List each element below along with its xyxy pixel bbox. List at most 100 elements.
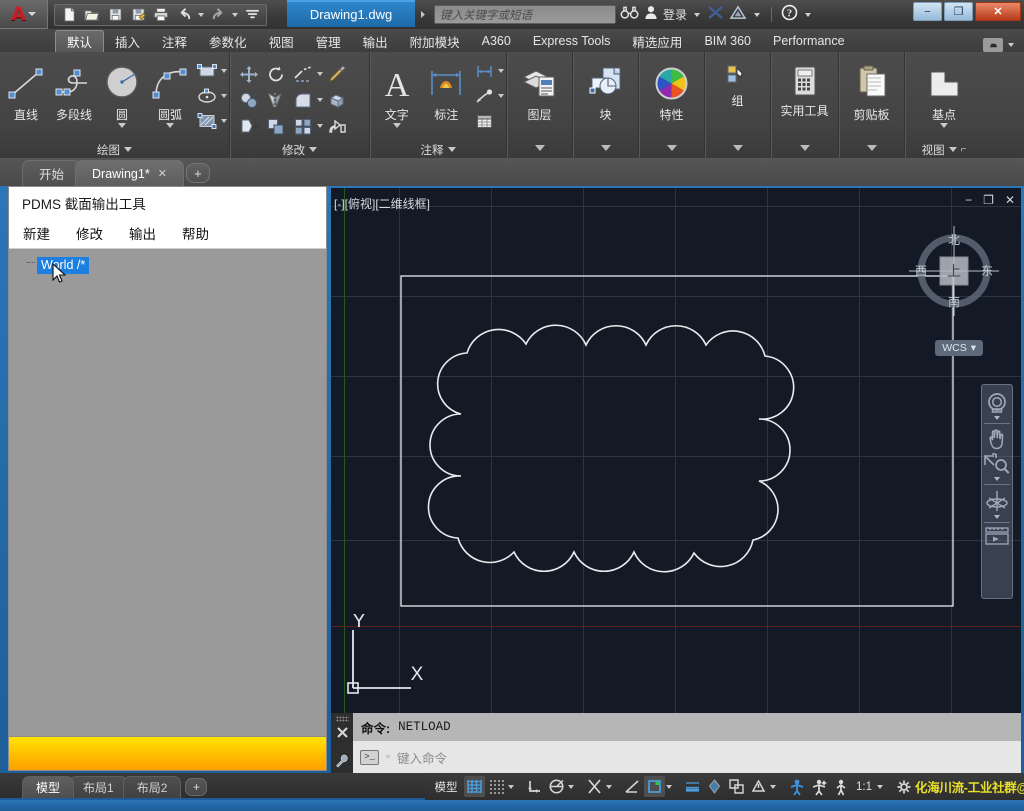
document-list-arrow-icon[interactable] — [416, 6, 430, 22]
ribbon-tab-insert[interactable]: 插入 — [104, 30, 151, 52]
autodesk-dropdown-icon[interactable] — [754, 12, 761, 17]
hatch-button[interactable] — [194, 109, 220, 133]
group-panel-expander[interactable] — [707, 141, 768, 158]
help-dropdown-icon[interactable] — [805, 12, 812, 17]
close-button[interactable]: ✕ — [975, 2, 1021, 21]
plot-button[interactable] — [150, 5, 172, 25]
draw-panel-expand-icon[interactable] — [124, 147, 132, 152]
drag-handle-icon[interactable] — [335, 716, 349, 722]
ortho-mode-toggle[interactable] — [524, 776, 545, 797]
gear-icon[interactable] — [893, 776, 914, 797]
steering-wheel-dropdown-icon[interactable] — [994, 416, 1000, 420]
pan-button[interactable] — [982, 427, 1012, 452]
object-snap-toggle[interactable] — [584, 776, 605, 797]
menu-item-modify[interactable]: 修改 — [76, 223, 103, 243]
ellipse-button[interactable] — [194, 84, 220, 108]
new-layout-button[interactable]: + — [185, 778, 208, 796]
ribbon-tab-annotate[interactable]: 注释 — [151, 30, 198, 52]
doc-tab-start[interactable]: 开始 — [22, 160, 82, 186]
selection-cycling-toggle[interactable] — [726, 776, 747, 797]
annotation-monitor-toggle[interactable] — [748, 776, 769, 797]
ribbon-tab-output[interactable]: 输出 — [352, 30, 399, 52]
trim-dropdown-icon[interactable] — [317, 72, 323, 76]
ribbon-tab-bim360[interactable]: BIM 360 — [693, 30, 762, 52]
arc-dropdown-icon[interactable] — [166, 123, 174, 128]
command-input-row[interactable]: >_ 键入命令 — [353, 741, 1021, 773]
hardware-acceleration-button[interactable] — [808, 776, 829, 797]
dynamic-ucs-dropdown-icon[interactable] — [666, 784, 672, 789]
wcs-selector[interactable]: WCS ▾ — [935, 340, 983, 356]
close-x-icon[interactable] — [336, 726, 349, 744]
properties-button[interactable]: 特性 — [642, 57, 702, 123]
rectangle-button[interactable] — [194, 59, 220, 83]
rectangle-dropdown-icon[interactable] — [221, 69, 227, 73]
command-line-grip[interactable] — [331, 713, 353, 773]
drawing-canvas[interactable]: [-][俯视][二维线框] − ❐ ✕ 北 南 东 西 上 WCS ▾ X Y — [331, 188, 1021, 713]
block-panel-expander[interactable] — [575, 141, 636, 158]
ribbon-minimize-dropdown-icon[interactable] — [1008, 43, 1014, 47]
text-button[interactable]: A 文字 — [372, 57, 422, 128]
modify-panel-expand-icon[interactable] — [309, 147, 317, 152]
properties-panel-expander[interactable] — [641, 141, 702, 158]
polar-tracking-dropdown-icon[interactable] — [568, 784, 574, 789]
menu-item-export[interactable]: 输出 — [129, 223, 156, 243]
doc-tab-drawing1[interactable]: Drawing1* ✕ — [75, 160, 184, 186]
open-file-button[interactable] — [81, 5, 103, 25]
utilities-button[interactable]: 实用工具 — [773, 57, 836, 118]
fillet-button[interactable] — [290, 88, 316, 112]
undo-dropdown-icon[interactable] — [198, 12, 204, 17]
draw-panel-label[interactable]: 绘图 — [2, 141, 227, 158]
customization-button[interactable] — [830, 776, 851, 797]
annotation-scale-caret-icon[interactable] — [877, 784, 883, 789]
command-prompt-dropdown-icon[interactable] — [385, 755, 391, 759]
base-point-dropdown-icon[interactable] — [940, 123, 948, 128]
ellipse-dropdown-icon[interactable] — [221, 94, 227, 98]
circle-button[interactable]: 圆 — [98, 57, 146, 128]
clipboard-panel-expander[interactable] — [841, 141, 902, 158]
match-properties-button[interactable] — [324, 62, 350, 86]
undo-button[interactable] — [173, 5, 195, 25]
block-button[interactable]: 块 — [576, 57, 636, 123]
ribbon-tab-view[interactable]: 视图 — [258, 30, 305, 52]
menu-item-new[interactable]: 新建 — [23, 223, 50, 243]
binoculars-icon[interactable] — [620, 5, 639, 25]
ribbon-minimize-icon[interactable] — [983, 38, 1003, 52]
mirror-button[interactable] — [263, 88, 289, 112]
save-file-button[interactable] — [104, 5, 126, 25]
linear-dimension-dropdown-icon[interactable] — [498, 69, 504, 73]
ribbon-tab-parametric[interactable]: 参数化 — [198, 30, 258, 52]
annotation-scale-label[interactable]: 1:1 — [852, 781, 876, 793]
command-prompt-icon[interactable]: >_ — [360, 749, 379, 765]
line-button[interactable]: 直线 — [2, 57, 50, 123]
fillet-dropdown-icon[interactable] — [317, 98, 323, 102]
isolate-objects-button[interactable] — [786, 776, 807, 797]
redo-button[interactable] — [207, 5, 229, 25]
polyline-button[interactable]: 多段线 — [50, 57, 98, 123]
view-panel-expand-icon[interactable] — [948, 147, 957, 152]
new-document-tab-button[interactable]: + — [185, 163, 210, 183]
scale-button[interactable] — [263, 114, 289, 138]
transparency-toggle[interactable] — [704, 776, 725, 797]
base-point-button[interactable]: 基点 — [914, 57, 974, 128]
snap-mode-dropdown-icon[interactable] — [508, 784, 514, 789]
array-button[interactable] — [290, 114, 316, 138]
restore-button[interactable]: ❐ — [944, 2, 973, 21]
minimize-button[interactable]: − — [913, 2, 942, 21]
save-as-button[interactable] — [127, 5, 149, 25]
display-grid-toggle[interactable] — [464, 776, 485, 797]
layers-button[interactable]: 图层 — [510, 57, 570, 123]
table-button[interactable] — [471, 109, 497, 133]
polar-tracking-toggle[interactable] — [546, 776, 567, 797]
orbit-button[interactable] — [982, 488, 1012, 519]
autodesk-exchange-x-icon[interactable] — [707, 5, 724, 25]
copy-button[interactable] — [236, 88, 262, 112]
doc-tab-close-icon[interactable]: ✕ — [158, 167, 167, 180]
ribbon-tab-home[interactable]: 默认 — [55, 30, 105, 52]
show-motion-button[interactable] — [982, 526, 1012, 546]
ribbon-tab-addins[interactable]: 附加模块 — [399, 30, 471, 52]
question-mark-help-icon[interactable]: ? — [781, 4, 798, 26]
status-model-button[interactable]: 模型 — [429, 776, 463, 797]
linear-dimension-button[interactable] — [471, 59, 497, 83]
object-snap-dropdown-icon[interactable] — [606, 784, 612, 789]
arc-button[interactable]: 圆弧 — [146, 57, 194, 128]
